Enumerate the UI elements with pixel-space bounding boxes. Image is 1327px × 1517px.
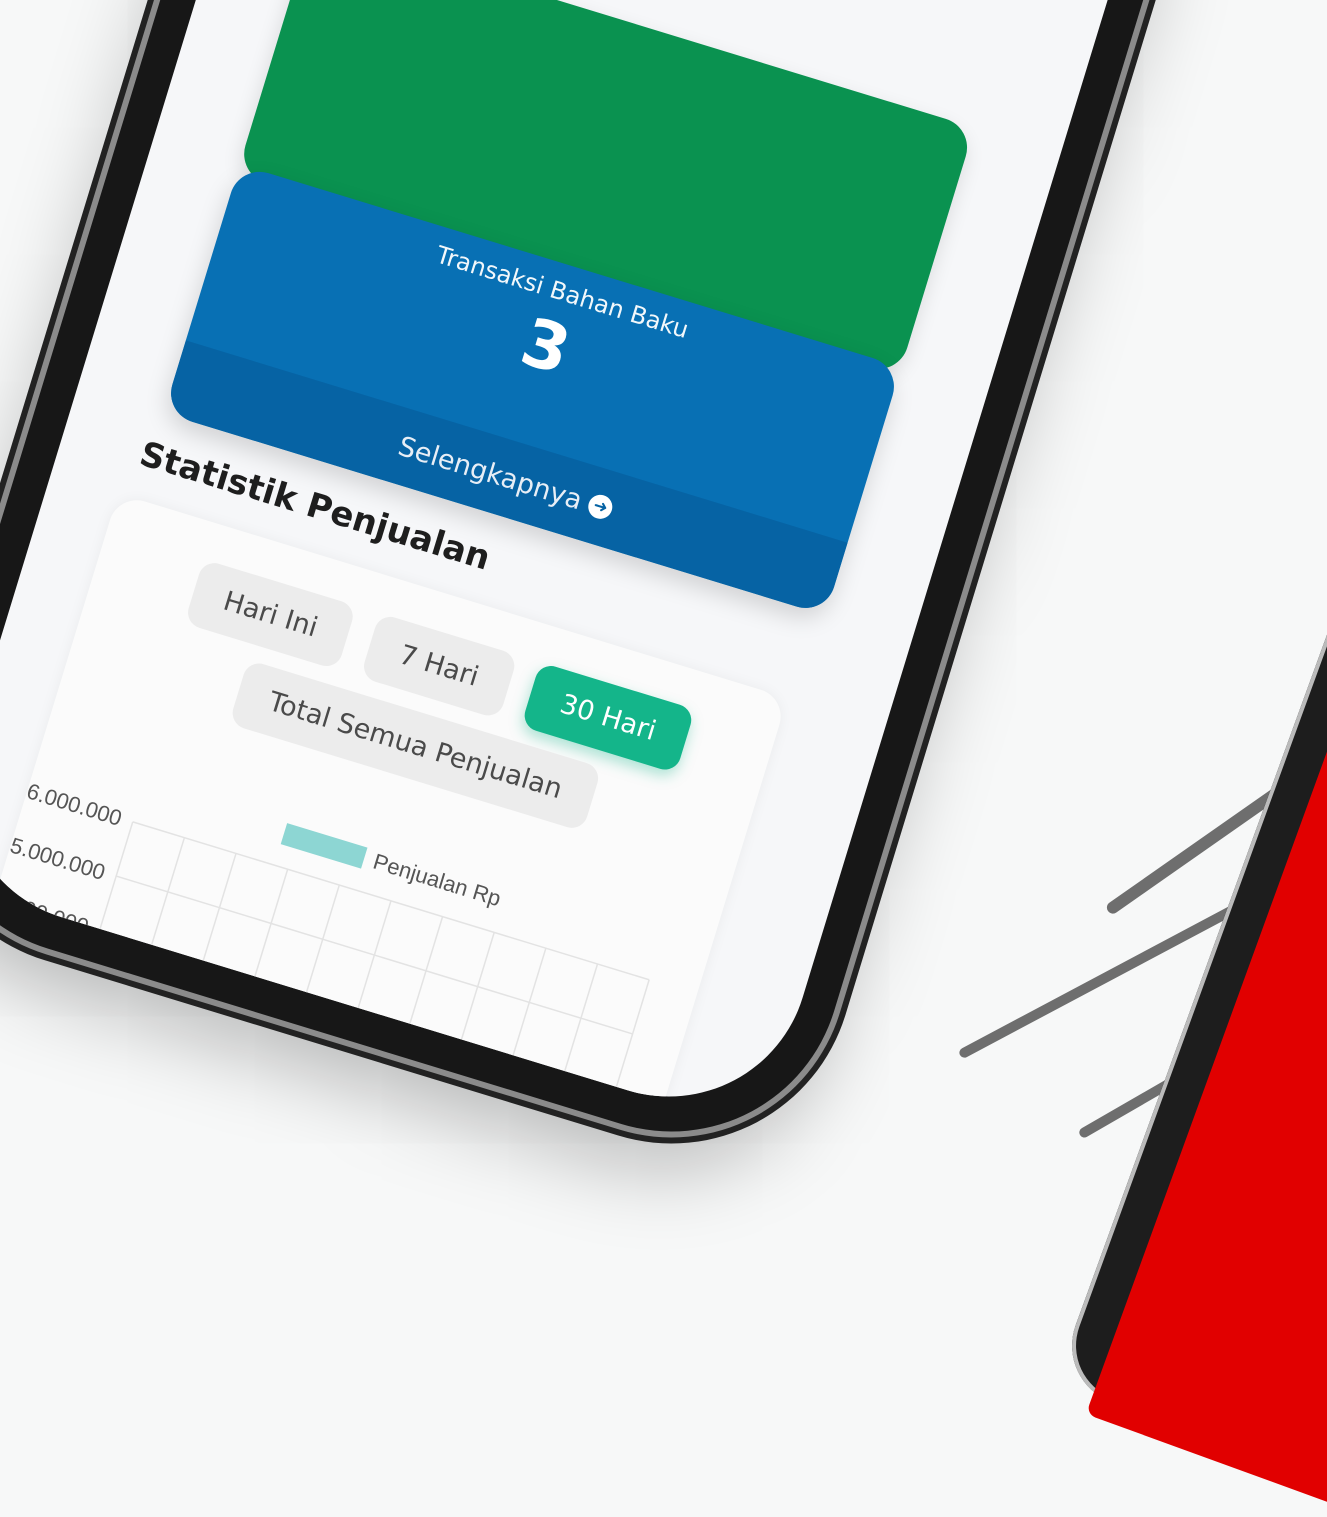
grid-line-horizontal — [99, 929, 617, 1089]
grid-line-vertical — [239, 884, 341, 1132]
chart-grid — [32, 821, 650, 1132]
grid-line-vertical — [187, 869, 289, 1132]
phone-frame: Transaksi Bahan Baku 3 Selengkapnya ➜ St… — [0, 0, 1282, 1174]
grid-line-vertical — [342, 916, 444, 1132]
grid-line-horizontal — [49, 1092, 567, 1132]
grid-line-vertical — [135, 853, 237, 1132]
grid-line-vertical — [394, 932, 495, 1132]
y-axis-ticks: 6.000.0005.000.0004.000.0003.000.0002.00… — [0, 778, 125, 1131]
card-more-label: Selengkapnya — [394, 430, 586, 516]
phone-screen: Transaksi Bahan Baku 3 Selengkapnya ➜ St… — [0, 0, 1239, 1132]
y-tick-label: 3.000.000 — [0, 941, 75, 994]
bar — [465, 1081, 540, 1132]
arrow-right-circle-icon: ➜ — [585, 491, 616, 522]
y-tick-label: 1.000.000 — [0, 1049, 42, 1102]
grid-line-vertical — [549, 979, 650, 1132]
statistics-panel: Hari Ini 7 Hari 30 Hari Total Semua Penj… — [0, 493, 788, 1132]
secondary-phone — [1055, 535, 1327, 1517]
grid-line-horizontal — [66, 1037, 584, 1132]
y-tick-label: 2.000.000 — [0, 995, 59, 1048]
y-tick-label: 6.000.000 — [24, 778, 125, 831]
y-tick-label: 5.000.000 — [7, 832, 108, 885]
grid-line-horizontal — [82, 983, 600, 1132]
secondary-phone-screen — [1085, 662, 1327, 1517]
filter-hari-ini-button[interactable]: Hari Ini — [183, 559, 358, 671]
grid-line-vertical — [290, 900, 392, 1132]
legend-swatch — [280, 823, 368, 869]
y-tick-label: 0 — [6, 1128, 25, 1131]
y-tick-label: 4.000.000 — [0, 887, 92, 940]
chart-bars — [465, 1081, 540, 1132]
grid-line-vertical — [497, 963, 599, 1132]
